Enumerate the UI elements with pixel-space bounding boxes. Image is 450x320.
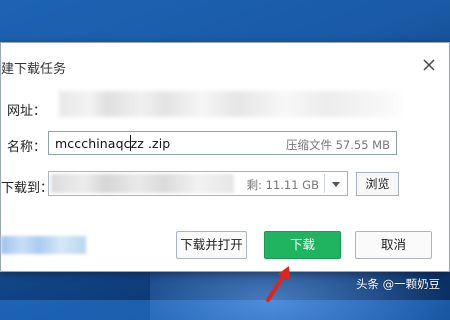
filename-input[interactable]: mccchinaqczz .zip 压缩文件 57.55 MB bbox=[48, 131, 397, 155]
chevron-down-icon[interactable] bbox=[325, 172, 347, 195]
text-cursor bbox=[130, 135, 131, 151]
filename-value: mccchinaqczz .zip bbox=[55, 136, 171, 151]
close-icon[interactable] bbox=[420, 56, 438, 74]
url-label: 网址： bbox=[7, 104, 47, 119]
save-path-input[interactable]: 剩: 11.11 GB bbox=[48, 171, 348, 196]
file-info: 压缩文件 57.55 MB bbox=[285, 138, 390, 152]
save-path-label: 下载到： bbox=[1, 181, 54, 196]
footer-redacted bbox=[1, 236, 86, 254]
free-space: 剩: 11.11 GB bbox=[246, 178, 319, 192]
red-arrow bbox=[266, 266, 290, 302]
save-path-redacted bbox=[51, 174, 234, 193]
dialog-title: 建下载任务 bbox=[1, 62, 67, 77]
new-download-dialog: 建下载任务 网址： 名称： mccchinaqczz .zip 压缩文件 57.… bbox=[0, 42, 450, 272]
watermark: 头条 @一颗奶豆 bbox=[356, 277, 441, 291]
download-button[interactable]: 下载 bbox=[264, 231, 341, 259]
download-and-open-button[interactable]: 下载并打开 bbox=[176, 231, 247, 259]
cancel-button[interactable]: 取消 bbox=[355, 231, 432, 259]
url-field-redacted[interactable] bbox=[59, 91, 401, 117]
browse-button[interactable]: 浏览 bbox=[356, 172, 399, 196]
name-label: 名称： bbox=[7, 140, 47, 155]
dialog-titlebar: 建下载任务 bbox=[1, 43, 449, 89]
